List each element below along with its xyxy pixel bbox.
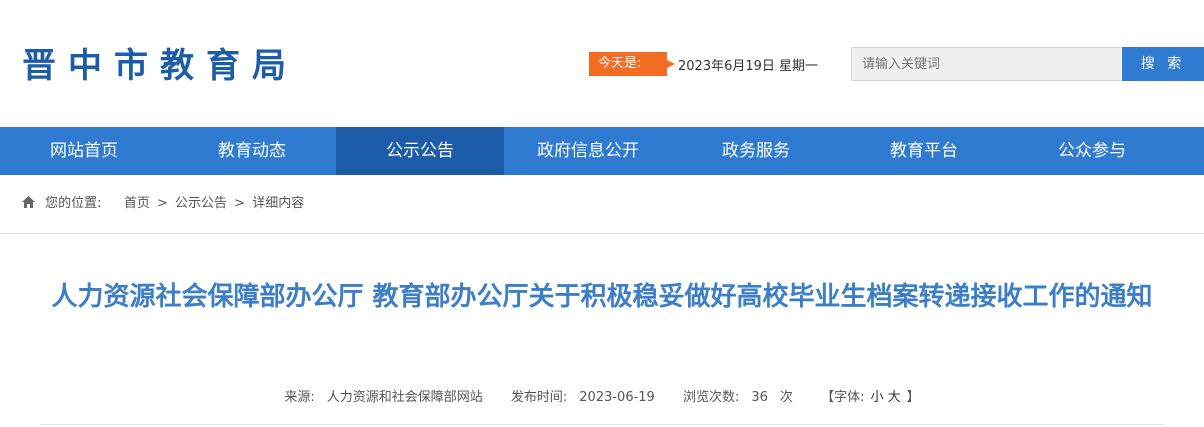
source-info: 来源: 人力资源和社会保障部网站 xyxy=(278,390,488,405)
main-nav: 网站首页 教育动态 公示公告 政府信息公开 政务服务 教育平台 公众参与 xyxy=(0,127,1204,175)
nav-item-education-news[interactable]: 教育动态 xyxy=(168,127,336,175)
today-date: 2023年6月19日 星期一 xyxy=(678,59,819,74)
search-button[interactable]: 搜 索 xyxy=(1122,47,1204,81)
divider xyxy=(40,424,1164,425)
site-title[interactable]: 晋中市教育局 xyxy=(22,38,298,87)
home-icon xyxy=(22,191,35,208)
publish-info: 发布时间: 2023-06-19 xyxy=(505,390,661,405)
nav-item-home[interactable]: 网站首页 xyxy=(0,127,168,175)
views-info: 浏览次数: 36 次 xyxy=(677,390,799,405)
views-count: 36 xyxy=(751,390,768,405)
nav-item-public-participation[interactable]: 公众参与 xyxy=(1008,127,1176,175)
font-large-button[interactable]: 大 xyxy=(888,390,901,405)
breadcrumb-home-link[interactable]: 首页 xyxy=(124,196,150,211)
nav-item-gov-info[interactable]: 政府信息公开 xyxy=(504,127,672,175)
article-title: 人力资源社会保障部办公厅 教育部办公厅关于积极稳妥做好高校毕业生档案转递接收工作… xyxy=(51,282,1153,312)
font-label: 【字体: xyxy=(821,390,865,405)
views-unit: 次 xyxy=(779,390,793,405)
breadcrumb: 您的位置: 首页 > 公示公告 > 详细内容 xyxy=(22,190,304,218)
date-label: 发布时间: xyxy=(510,390,568,405)
publish-date: 2023-06-19 xyxy=(579,390,655,405)
divider xyxy=(0,233,1204,234)
breadcrumb-separator: > xyxy=(234,196,246,211)
source-label: 来源: xyxy=(284,390,315,405)
breadcrumb-section-link[interactable]: 公示公告 xyxy=(175,196,227,211)
views-label: 浏览次数: xyxy=(682,390,740,405)
site-header: 晋中市教育局 今天是: 2023年6月19日 星期一 搜 索 xyxy=(0,0,1204,127)
font-small-button[interactable]: 小 xyxy=(870,390,883,405)
breadcrumb-current: 详细内容 xyxy=(252,196,305,211)
nav-item-announcements[interactable]: 公示公告 xyxy=(336,127,504,175)
nav-item-edu-platform[interactable]: 教育平台 xyxy=(840,127,1008,175)
font-close: 】 xyxy=(906,390,920,405)
article-meta: 来源: 人力资源和社会保障部网站 发布时间: 2023-06-19 浏览次数: 36 次… xyxy=(0,386,1204,405)
source-value: 人力资源和社会保障部网站 xyxy=(326,390,483,405)
breadcrumb-separator: > xyxy=(156,196,168,211)
search-input[interactable] xyxy=(851,47,1123,81)
today-label-badge: 今天是: xyxy=(589,52,675,76)
font-size-control: 【字体: 小 大】 xyxy=(815,390,926,405)
breadcrumb-prefix: 您的位置: xyxy=(45,196,102,211)
nav-item-gov-services[interactable]: 政务服务 xyxy=(672,127,840,175)
